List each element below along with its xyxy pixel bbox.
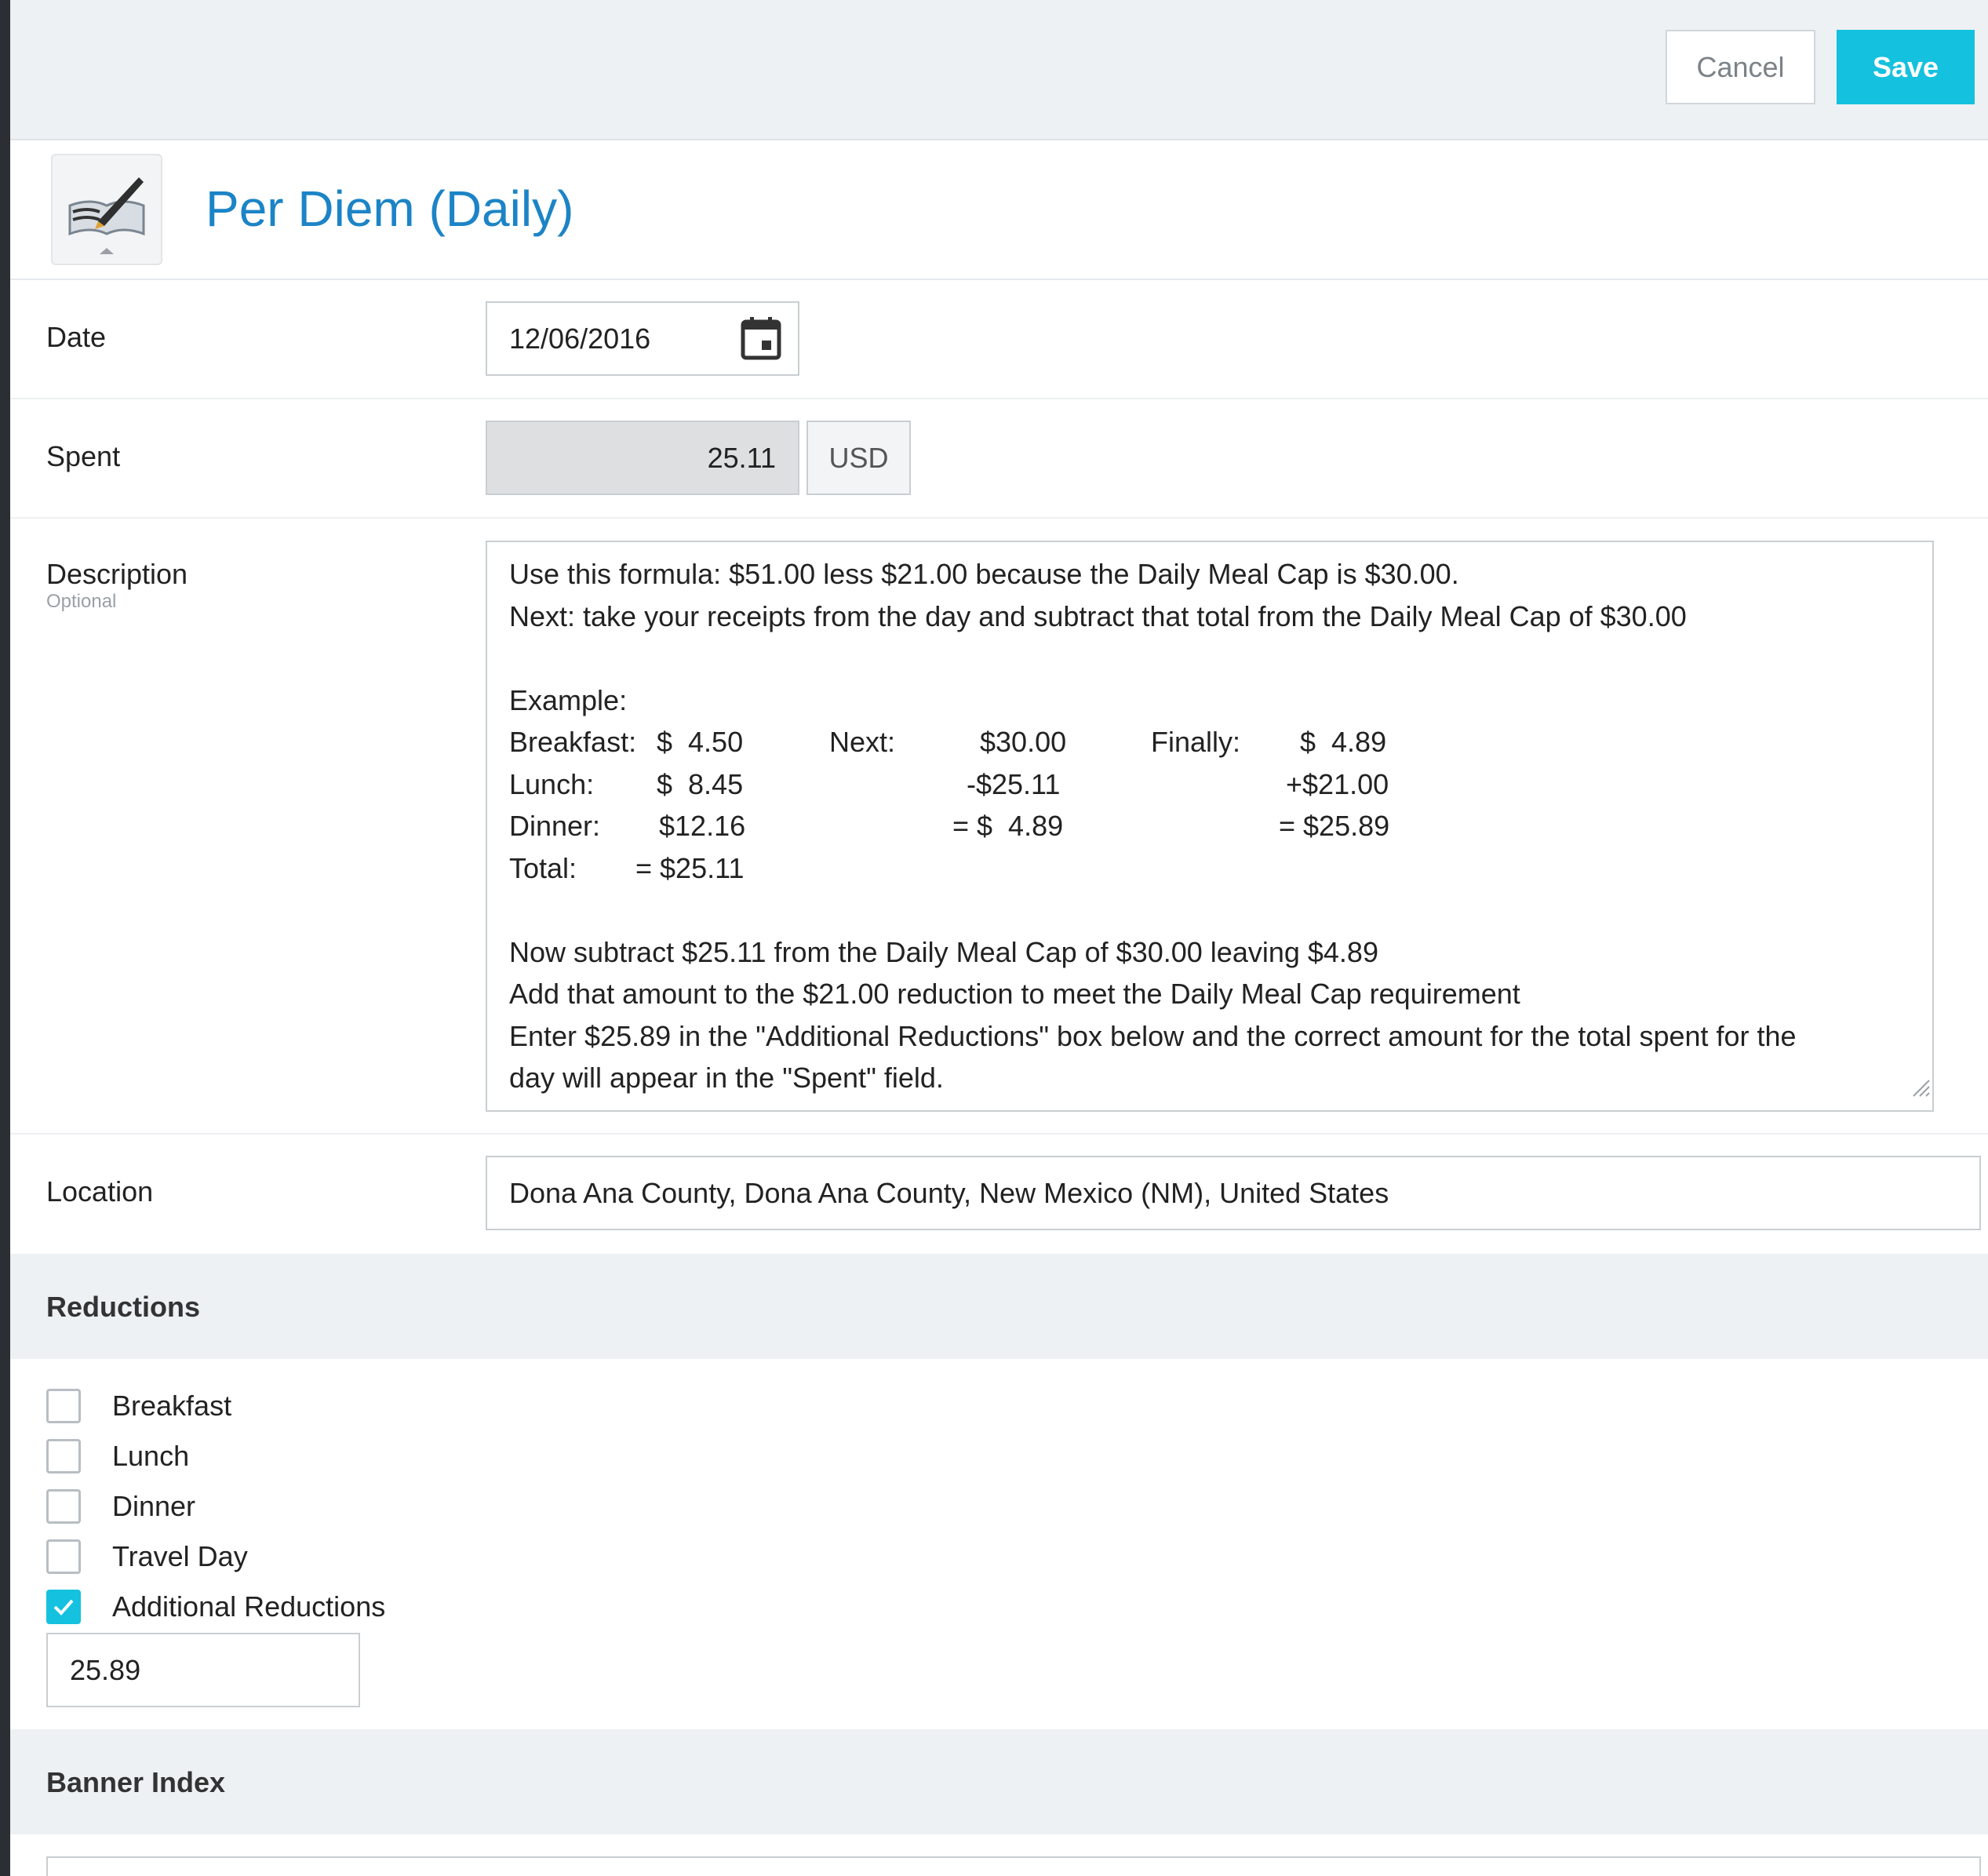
example-cell: -$25.11 (967, 767, 1061, 800)
example-cell: $30.00 (980, 726, 1067, 758)
example-cell: = $ 4.89 (952, 810, 1064, 842)
checkbox-label: Breakfast (112, 1390, 232, 1422)
checkbox-label: Dinner (112, 1490, 196, 1522)
example-row: Total: = $25.11 (509, 847, 1910, 890)
example-cell: Total: (509, 851, 577, 884)
currency-selector[interactable]: USD (806, 421, 911, 495)
description-textarea[interactable]: Use this formula: $51.00 less $21.00 bec… (486, 541, 1934, 1112)
example-cell: Breakfast: (509, 726, 637, 758)
description-line: Now subtract $25.11 from the Daily Meal … (509, 935, 1378, 968)
date-row: Date 12/06/2016 (10, 280, 1988, 399)
example-cell: $ 4.50 (657, 726, 744, 758)
example-cell: Dinner: (509, 810, 601, 842)
example-cell: $ 8.45 (657, 767, 744, 800)
reduction-lunch[interactable]: Lunch (46, 1437, 189, 1476)
example-row: Lunch: $ 8.45 -$25.11 +$21.00 (509, 763, 1910, 806)
description-blank-line (509, 637, 1910, 679)
date-value: 12/06/2016 (509, 322, 651, 355)
description-line: Next: take your receipts from the day an… (509, 599, 1687, 632)
spent-label: Spent (46, 440, 121, 472)
resize-handle-icon[interactable] (1907, 1067, 1931, 1109)
additional-reductions-value: 25.89 (70, 1653, 141, 1686)
checkbox[interactable] (46, 1439, 81, 1473)
banner-index-field[interactable] (46, 1856, 1981, 1876)
checkbox[interactable] (46, 1539, 81, 1574)
currency-value: USD (828, 441, 889, 474)
location-value: Dona Ana County, Dona Ana County, New Me… (509, 1176, 1389, 1209)
reduction-additional[interactable]: Additional Reductions (46, 1587, 385, 1626)
checkbox-label: Travel Day (112, 1540, 248, 1572)
location-label: Location (46, 1175, 154, 1208)
calendar-icon[interactable] (740, 315, 782, 368)
reduction-dinner[interactable]: Dinner (46, 1487, 195, 1526)
checkmark-icon (53, 1599, 74, 1616)
example-row: Dinner: $12.16 = $ 4.89 = $25.89 (509, 805, 1910, 847)
checkbox-checked[interactable] (46, 1590, 81, 1624)
example-cell: = $25.11 (635, 851, 745, 884)
location-row: Location Dona Ana County, Dona Ana Count… (10, 1135, 1988, 1252)
expense-type-icon[interactable] (51, 154, 162, 265)
example-cell: $ 4.89 (1300, 726, 1387, 758)
location-field[interactable]: Dona Ana County, Dona Ana County, New Me… (486, 1156, 1981, 1230)
example-cell: = $25.89 (1279, 810, 1390, 842)
example-cell: +$21.00 (1286, 767, 1389, 800)
checkbox[interactable] (46, 1389, 81, 1423)
example-row: Breakfast: $ 4.50 Next: $30.00 Finally: … (509, 721, 1910, 763)
expense-header: Per Diem (Daily) (10, 140, 1988, 280)
banner-index-title: Banner Index (46, 1766, 226, 1798)
description-label: Description (46, 558, 188, 590)
example-cell: Next: (829, 726, 896, 758)
spent-row: Spent 25.11 USD (10, 399, 1988, 519)
example-cell: Finally: (1151, 726, 1241, 758)
reduction-travel-day[interactable]: Travel Day (46, 1537, 248, 1576)
top-toolbar: Cancel Save (10, 0, 1988, 140)
example-label: Example: (509, 683, 628, 716)
example-cell: Lunch: (509, 767, 595, 800)
description-blank-line (509, 889, 1910, 931)
description-line: day will appear in the "Spent" field. (509, 1062, 944, 1094)
reduction-breakfast[interactable]: Breakfast (46, 1386, 231, 1426)
save-button[interactable]: Save (1837, 30, 1975, 104)
expense-form-window: Cancel Save Per Diem (Daily) Date 12/06/… (10, 0, 1988, 1876)
description-line: Add that amount to the $21.00 reduction … (509, 978, 1520, 1010)
example-cell: $12.16 (659, 810, 746, 842)
checkbox-label: Lunch (112, 1440, 190, 1472)
reductions-title: Reductions (46, 1291, 201, 1323)
date-label: Date (46, 321, 107, 353)
banner-index-section-header: Banner Index (10, 1729, 1988, 1834)
cancel-button[interactable]: Cancel (1666, 30, 1815, 104)
checkbox-label: Additional Reductions (112, 1590, 386, 1623)
additional-reductions-input[interactable]: 25.89 (46, 1633, 360, 1707)
page-title: Per Diem (Daily) (206, 180, 574, 237)
checkbox[interactable] (46, 1489, 81, 1524)
description-line: Use this formula: $51.00 less $21.00 bec… (509, 558, 1459, 590)
description-line: Enter $25.89 in the "Additional Reductio… (509, 1019, 1797, 1052)
spent-amount-field: 25.11 (486, 421, 799, 495)
reductions-section-header: Reductions (10, 1254, 1988, 1359)
date-field[interactable]: 12/06/2016 (486, 301, 799, 376)
spent-value: 25.11 (707, 441, 776, 474)
optional-label: Optional (46, 591, 117, 612)
